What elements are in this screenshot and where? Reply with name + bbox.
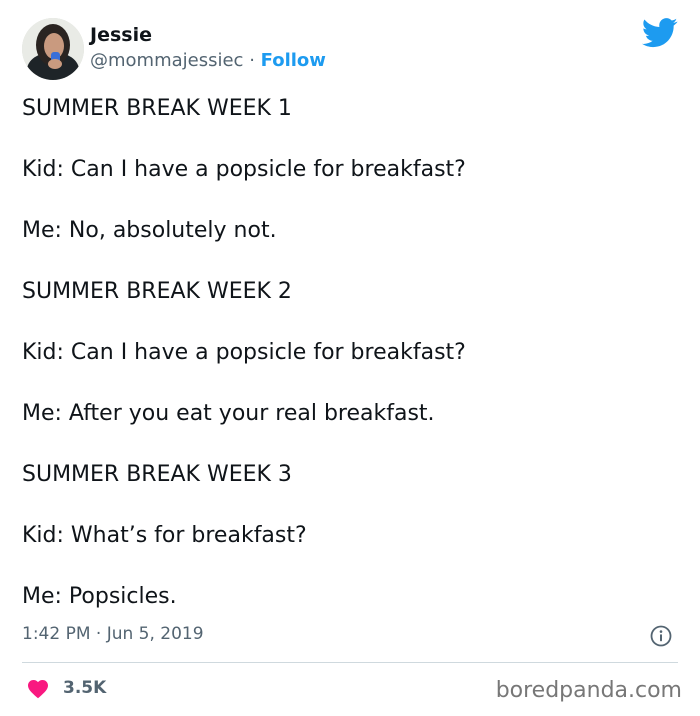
tweet-line: SUMMER BREAK WEEK 3 [22, 462, 292, 487]
tweet-line: Kid: Can I have a popsicle for breakfast… [22, 340, 466, 365]
info-icon[interactable] [650, 625, 672, 647]
author-meta: @mommajessiec · Follow [90, 50, 326, 71]
tweet-text: SUMMER BREAK WEEK 1 Kid: Can I have a po… [22, 96, 682, 645]
tweet-line: Me: No, absolutely not. [22, 218, 277, 243]
divider [22, 662, 678, 663]
avatar[interactable] [22, 18, 84, 80]
tweet-timestamp[interactable]: 1:42 PM · Jun 5, 2019 [22, 624, 204, 644]
like-count: 3.5K [63, 678, 107, 698]
author-handle[interactable]: @mommajessiec [90, 50, 243, 71]
tweet-line: SUMMER BREAK WEEK 2 [22, 279, 292, 304]
follow-button[interactable]: Follow [261, 50, 326, 71]
like-button[interactable]: 3.5K [26, 677, 106, 699]
tweet-line: Kid: What’s for breakfast? [22, 523, 307, 548]
meta-separator: · [249, 50, 255, 71]
heart-icon [26, 677, 50, 699]
tweet-line: Me: After you eat your real breakfast. [22, 401, 435, 426]
watermark: boredpanda.com [495, 678, 682, 703]
tweet-card: Jessie @mommajessiec · Follow SUMMER BRE… [0, 0, 700, 716]
tweet-line: Kid: Can I have a popsicle for breakfast… [22, 157, 466, 182]
author-name[interactable]: Jessie [90, 24, 152, 46]
twitter-bird-icon[interactable] [642, 18, 678, 48]
tweet-line: SUMMER BREAK WEEK 1 [22, 96, 292, 121]
